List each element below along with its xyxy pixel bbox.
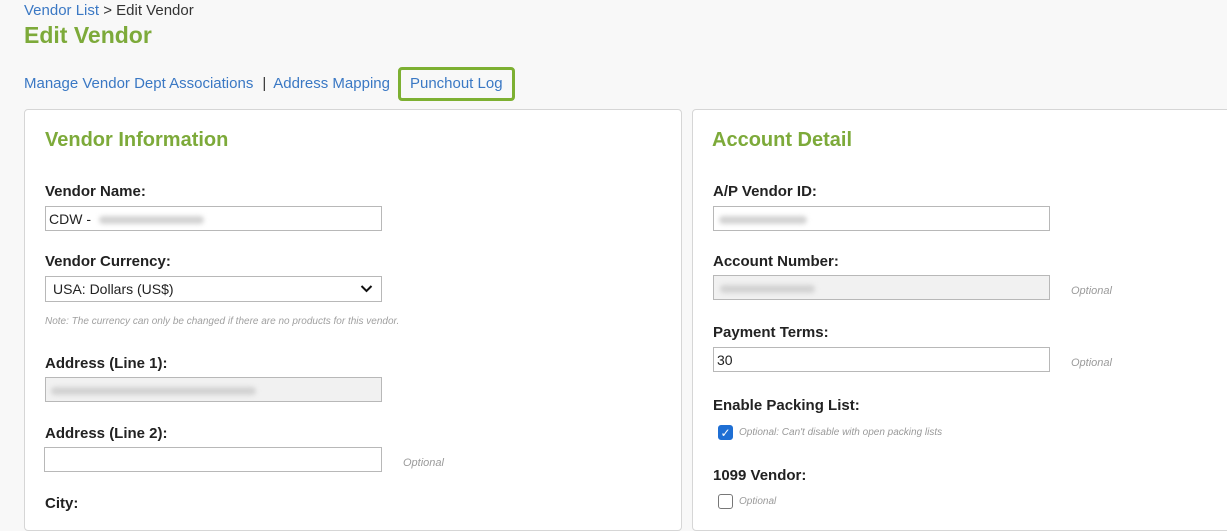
payment-terms-optional: Optional <box>1071 357 1112 369</box>
address-line1-label: Address (Line 1): <box>45 355 168 372</box>
account-number-optional: Optional <box>1071 285 1112 297</box>
checkmark-icon: ✓ <box>720 426 731 440</box>
vendor-name-input[interactable]: CDW - <box>45 206 382 231</box>
account-number-input[interactable] <box>713 275 1050 300</box>
account-number-label: Account Number: <box>713 253 839 270</box>
vendor-1099-label: 1099 Vendor: <box>713 467 807 484</box>
redacted-text <box>51 387 256 396</box>
breadcrumb: Vendor List > Edit Vendor <box>24 2 194 19</box>
account-detail-panel: Account Detail A/P Vendor ID: Account Nu… <box>692 109 1227 531</box>
vendor-name-label: Vendor Name: <box>45 183 146 200</box>
vendor-currency-select[interactable]: USA: Dollars (US$) <box>45 276 382 302</box>
redacted-text <box>720 285 815 294</box>
enable-packing-list-label: Enable Packing List: <box>713 397 860 414</box>
address-line2-optional: Optional <box>403 457 444 469</box>
payment-terms-input[interactable]: 30 <box>713 347 1050 372</box>
breadcrumb-vendor-list-link[interactable]: Vendor List <box>24 2 99 19</box>
vendor-currency-label: Vendor Currency: <box>45 253 171 270</box>
address-line2-input[interactable] <box>44 447 382 472</box>
currency-note: Note: The currency can only be changed i… <box>45 316 400 327</box>
breadcrumb-current: Edit Vendor <box>116 2 194 19</box>
ap-vendor-id-input[interactable] <box>713 206 1050 231</box>
vendor-1099-optional: Optional <box>739 496 777 507</box>
address-mapping-link[interactable]: Address Mapping <box>273 75 390 92</box>
payment-terms-value: 30 <box>717 352 733 368</box>
enable-packing-list-checkbox[interactable]: ✓ <box>718 425 733 440</box>
ap-vendor-id-label: A/P Vendor ID: <box>713 183 817 200</box>
address-line1-input[interactable] <box>45 377 382 402</box>
city-label: City: <box>45 495 79 512</box>
chevron-down-icon <box>360 277 373 308</box>
payment-terms-label: Payment Terms: <box>713 324 829 341</box>
vendor-action-links: Manage Vendor Dept Associations | Addres… <box>24 66 515 101</box>
breadcrumb-separator: > <box>103 2 112 19</box>
redacted-text <box>719 216 807 225</box>
vendor-information-panel: Vendor Information Vendor Name: CDW - Ve… <box>24 109 682 531</box>
link-separator: | <box>262 75 267 92</box>
address-line2-label: Address (Line 2): <box>45 425 168 442</box>
vendor-information-title: Vendor Information <box>45 129 229 151</box>
account-detail-title: Account Detail <box>712 129 853 151</box>
vendor-1099-checkbox[interactable] <box>718 494 733 509</box>
page-title: Edit Vendor <box>24 22 152 48</box>
manage-vendor-dept-associations-link[interactable]: Manage Vendor Dept Associations <box>24 75 253 92</box>
punchout-log-link[interactable]: Punchout Log <box>397 66 515 101</box>
packing-list-note: Optional: Can't disable with open packin… <box>739 427 943 438</box>
redacted-text <box>98 216 204 225</box>
vendor-currency-value: USA: Dollars (US$) <box>53 281 174 297</box>
vendor-name-value: CDW - <box>49 211 91 227</box>
